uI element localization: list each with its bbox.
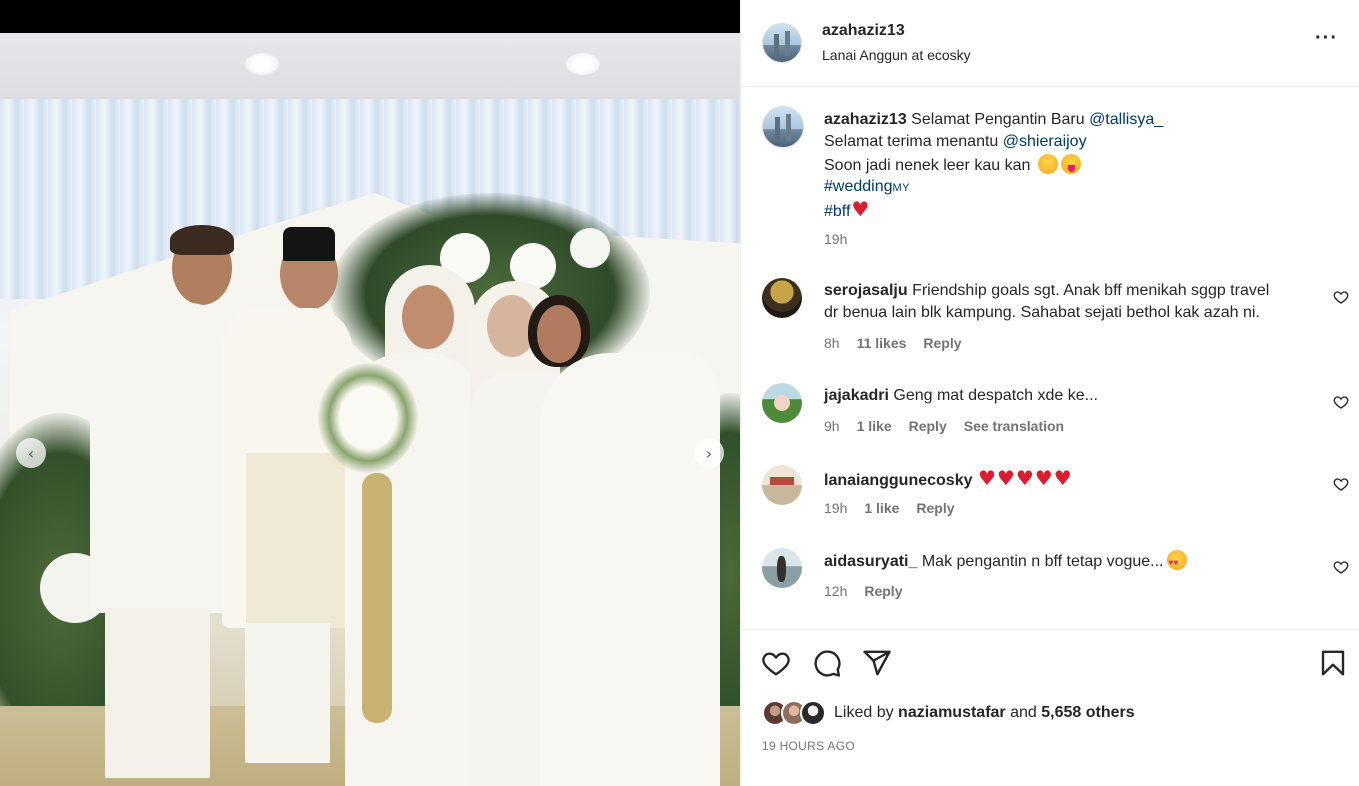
caption-hashtag[interactable]: #bff xyxy=(824,203,850,220)
liker-avatar xyxy=(800,700,826,726)
liked-by-avatars[interactable] xyxy=(762,700,828,726)
red-heart-icon: ♥ xyxy=(1034,466,1053,490)
author-avatar[interactable] xyxy=(762,23,802,63)
photo-flower xyxy=(570,228,610,268)
comment-text-continued: dr benua lain blk kampung. Sahabat sejat… xyxy=(824,304,1260,321)
reply-button[interactable]: Reply xyxy=(923,335,961,351)
next-image-button[interactable]: › xyxy=(694,438,724,468)
like-heart-icon[interactable] xyxy=(761,648,791,678)
post-location[interactable]: Lanai Anggun at ecosky xyxy=(822,47,971,63)
liked-by-summary: Liked by naziamustafar and 5,658 others xyxy=(834,704,1135,721)
reply-button[interactable]: Reply xyxy=(864,583,902,599)
caption-time: 19h xyxy=(824,231,848,247)
caption-line-1: azahaziz13 Selamat Pengantin Baru @talli… xyxy=(824,109,1163,131)
comment-meta: 8h 11 likes Reply xyxy=(824,335,962,351)
comment-text: serojasalju Friendship goals sgt. Anak b… xyxy=(824,282,1270,299)
caption-line-2: Selamat terima menantu @shieraijoy xyxy=(824,131,1087,153)
red-heart-icon: ♥ xyxy=(977,466,996,490)
comment-bubble-icon[interactable] xyxy=(812,648,842,678)
more-options-icon[interactable]: ··· xyxy=(1315,28,1339,52)
red-heart-icon: ♥ xyxy=(1053,466,1072,490)
commenter-avatar[interactable] xyxy=(762,548,802,588)
caption-text: Selamat terima menantu xyxy=(824,133,1003,150)
heart-outline-icon[interactable] xyxy=(1333,559,1349,575)
commenter-username[interactable]: lanaianggunecosky xyxy=(824,472,973,489)
heart-outline-icon[interactable] xyxy=(1333,289,1349,305)
liked-by-user-link[interactable]: naziamustafar xyxy=(898,704,1006,721)
comment-text: aidasuryati_ Mak pengantin n bff tetap v… xyxy=(824,550,1187,574)
caption-line-4: #weddingMY xyxy=(824,176,910,199)
photo-lamp xyxy=(245,53,279,75)
comment-likes[interactable]: 1 like xyxy=(857,418,892,434)
comments-section: azahaziz13 Selamat Pengantin Baru @talli… xyxy=(741,88,1359,628)
post-photo-panel: ‹ › xyxy=(0,0,740,786)
commenter-avatar[interactable] xyxy=(762,383,802,423)
commenter-username[interactable]: jajakadri xyxy=(824,387,889,404)
liked-by-others-link[interactable]: 5,658 others xyxy=(1041,704,1134,721)
caption-mention[interactable]: @tallisya_ xyxy=(1089,111,1163,128)
post-actions: Liked by naziamustafar and 5,658 others … xyxy=(741,629,1359,786)
comment-meta: 9h 1 like Reply See translation xyxy=(824,418,1065,434)
caption-line-5: #bff♥ xyxy=(824,198,869,223)
red-heart-icon: ♥ xyxy=(851,197,870,221)
see-translation-button[interactable]: See translation xyxy=(964,418,1064,434)
post-details: azahaziz13 Lanai Anggun at ecosky ··· az… xyxy=(740,0,1359,786)
post-photo[interactable]: ‹ › xyxy=(0,33,740,786)
bookmark-save-icon[interactable] xyxy=(1318,648,1348,678)
post-header: azahaziz13 Lanai Anggun at ecosky ··· xyxy=(741,0,1359,87)
commenter-username[interactable]: aidasuryati_ xyxy=(824,553,917,570)
heart-eyes-emoji-icon xyxy=(1166,550,1187,574)
tongue-emoji-icon xyxy=(1060,154,1081,174)
commenter-avatar[interactable] xyxy=(762,465,802,505)
caption-text: Soon jadi nenek leer kau kan xyxy=(824,157,1031,174)
commenter-avatar[interactable] xyxy=(762,278,802,318)
share-paper-plane-icon[interactable] xyxy=(862,648,892,678)
caption-mention[interactable]: @shieraijoy xyxy=(1003,133,1087,150)
caption-text: Selamat Pengantin Baru xyxy=(911,111,1090,128)
comment-likes[interactable]: 1 like xyxy=(864,500,899,516)
caption-line-3: Soon jadi nenek leer kau kan xyxy=(824,154,1081,177)
heart-outline-icon[interactable] xyxy=(1333,476,1349,492)
caption-hashtag[interactable]: #weddingMY xyxy=(824,178,910,195)
photo-ceiling xyxy=(0,33,740,103)
commenter-username[interactable]: serojasalju xyxy=(824,282,908,299)
photo-lamp xyxy=(566,53,600,75)
caption-avatar[interactable] xyxy=(762,106,804,148)
prev-image-button[interactable]: ‹ xyxy=(16,438,46,468)
heart-outline-icon[interactable] xyxy=(1333,394,1349,410)
reply-button[interactable]: Reply xyxy=(916,500,954,516)
red-heart-icon: ♥ xyxy=(1015,466,1034,490)
comment-likes[interactable]: 11 likes xyxy=(857,335,907,351)
red-heart-icon: ♥ xyxy=(996,466,1015,490)
author-username[interactable]: azahaziz13 xyxy=(822,22,905,40)
post-timestamp[interactable]: 19 HOURS AGO xyxy=(762,739,855,753)
reply-button[interactable]: Reply xyxy=(909,418,947,434)
comment-meta: 19h 1 like Reply xyxy=(824,500,955,516)
caption-username[interactable]: azahaziz13 xyxy=(824,111,907,128)
comment-text: jajakadri Geng mat despatch xde ke... xyxy=(824,387,1098,404)
winking-tongue-emoji-icon xyxy=(1037,154,1058,174)
comment-text: lanaianggunecosky ♥♥♥♥♥ xyxy=(824,467,1072,492)
comment-meta: 12h Reply xyxy=(824,583,903,599)
